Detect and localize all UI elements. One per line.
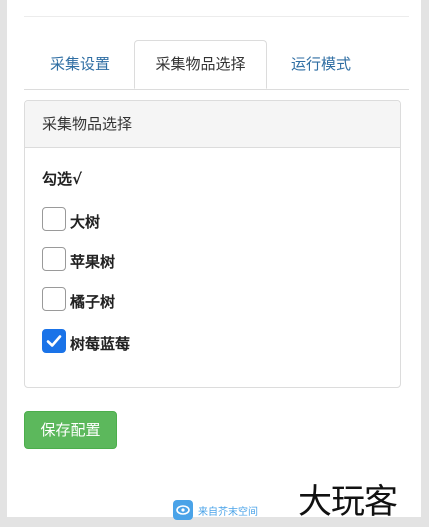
divider	[24, 16, 409, 17]
item-selection-card: 采集物品选择 勾选√ 大树 苹果树 橘子树 树莓蓝莓	[24, 100, 401, 388]
item-label: 大树	[70, 213, 101, 231]
checkbox[interactable]	[42, 247, 66, 271]
check-icon	[46, 335, 62, 347]
watermark: 大玩客	[298, 482, 398, 522]
item-label: 苹果树	[70, 253, 116, 271]
card-title: 采集物品选择	[25, 101, 400, 148]
item-label: 树莓蓝莓	[70, 335, 131, 353]
tab-bar: 采集设置 采集物品选择 运行模式	[24, 40, 409, 90]
tab-collect-settings[interactable]: 采集设置	[24, 41, 136, 88]
tab-item-selection[interactable]: 采集物品选择	[134, 40, 267, 89]
checkbox[interactable]	[42, 287, 66, 311]
tab-run-mode[interactable]: 运行模式	[268, 41, 374, 88]
check-hint: 勾选√	[42, 170, 83, 188]
source-text: 来自芥末空间	[198, 507, 258, 518]
checkbox[interactable]	[42, 207, 66, 231]
app-logo-icon	[173, 500, 193, 520]
settings-panel: 采集设置 采集物品选择 运行模式 采集物品选择 勾选√ 大树 苹果树 橘子树 树…	[7, 0, 421, 522]
save-config-button[interactable]: 保存配置	[24, 411, 117, 449]
checkbox-checked[interactable]	[42, 329, 66, 353]
item-label: 橘子树	[70, 293, 116, 311]
